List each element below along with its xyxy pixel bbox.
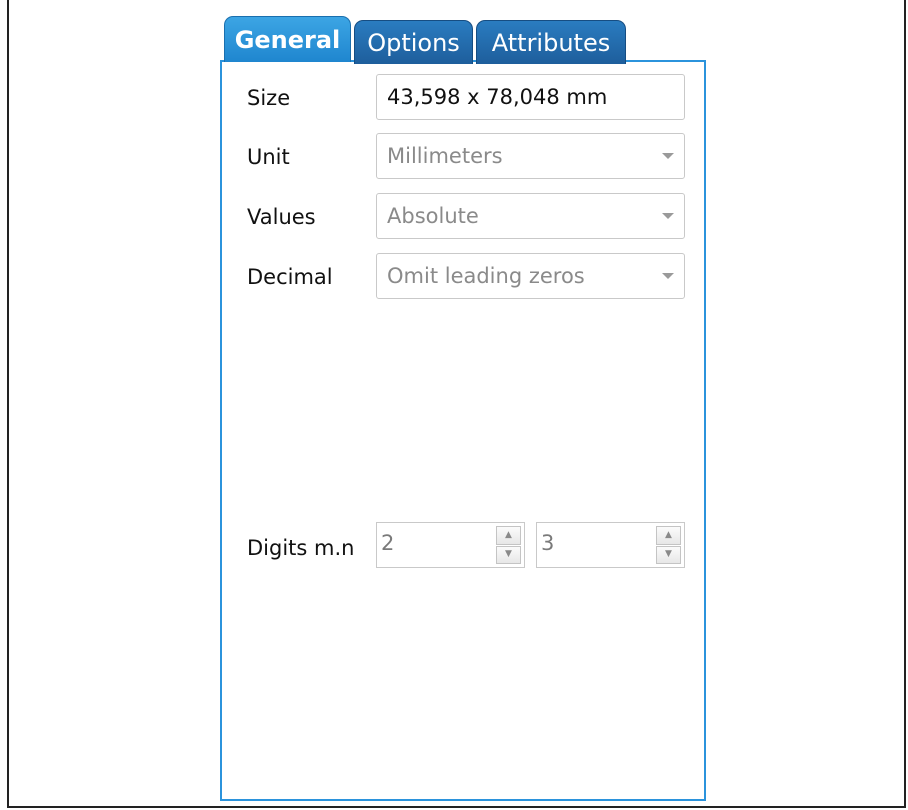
chevron-down-icon: [662, 153, 674, 159]
decimal-value: Omit leading zeros: [387, 264, 585, 288]
unit-select[interactable]: Millimeters: [376, 133, 685, 179]
tab-attributes[interactable]: Attributes: [476, 20, 626, 64]
unit-label: Unit: [247, 145, 290, 169]
digits-m-value: 2: [381, 531, 395, 555]
chevron-down-icon[interactable]: ▼: [496, 545, 521, 564]
values-select[interactable]: Absolute: [376, 193, 685, 239]
size-value: 43,598 x 78,048 mm: [387, 85, 608, 109]
chevron-down-icon: [662, 213, 674, 219]
digits-n-spin-buttons: ▲ ▼: [656, 526, 681, 564]
unit-value: Millimeters: [387, 144, 503, 168]
tab-general[interactable]: General: [224, 16, 351, 62]
decimal-select[interactable]: Omit leading zeros: [376, 253, 685, 299]
chevron-up-icon[interactable]: ▲: [656, 526, 681, 545]
digits-n-value: 3: [541, 531, 555, 555]
values-value: Absolute: [387, 204, 479, 228]
chevron-up-icon[interactable]: ▲: [496, 526, 521, 545]
size-label: Size: [247, 86, 291, 110]
digits-m-spinner[interactable]: 2 ▲ ▼: [376, 522, 525, 568]
decimal-label: Decimal: [247, 265, 333, 289]
size-field[interactable]: 43,598 x 78,048 mm: [376, 74, 685, 120]
digits-n-spinner[interactable]: 3 ▲ ▼: [536, 522, 685, 568]
digits-label: Digits m.n: [247, 536, 355, 560]
digits-m-spin-buttons: ▲ ▼: [496, 526, 521, 564]
chevron-down-icon: [662, 273, 674, 279]
chevron-down-icon[interactable]: ▼: [656, 545, 681, 564]
values-label: Values: [247, 205, 316, 229]
tab-options[interactable]: Options: [354, 20, 473, 64]
